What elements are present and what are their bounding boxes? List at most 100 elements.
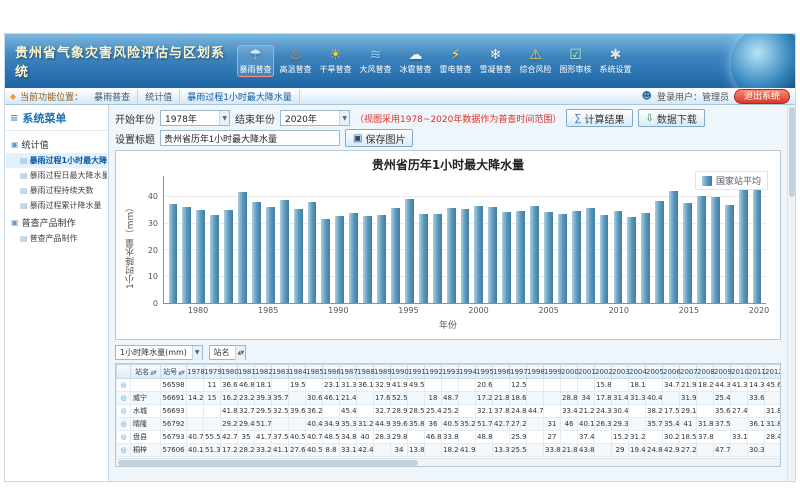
- calculate-button[interactable]: ∑ 计算结果: [566, 109, 632, 127]
- row-marker-icon[interactable]: ◎: [120, 394, 126, 402]
- year-column-header[interactable]: 1982: [255, 365, 272, 379]
- row-marker-icon[interactable]: ◎: [120, 433, 126, 441]
- x-axis-label: 年份: [124, 320, 772, 333]
- tree-leaf[interactable]: ▤普查产品制作: [6, 231, 107, 246]
- year-column-header[interactable]: 1998: [527, 365, 544, 379]
- year-column-header[interactable]: 2000: [561, 365, 578, 379]
- year-column-header[interactable]: 2012: [765, 365, 782, 379]
- year-column-header[interactable]: 1995: [476, 365, 493, 379]
- value-cell: 37.8: [493, 405, 510, 418]
- tree-leaf[interactable]: ▤暴雨过程持续天数: [6, 183, 107, 198]
- year-column-header[interactable]: 1983: [272, 365, 289, 379]
- horizontal-scrollbar-thumb[interactable]: [118, 460, 418, 466]
- value-cell: 34: [578, 392, 595, 405]
- logout-button[interactable]: 退出系统: [734, 89, 790, 104]
- nav-item-high-temp-survey[interactable]: ♨高温普查: [277, 45, 314, 77]
- chart-panel: 贵州省历年1小时最大降水量 国家站平均 1小时降水量（mm） 010203040…: [115, 150, 781, 340]
- value-cell: 35.4: [663, 418, 680, 431]
- value-cell: 29.5: [255, 405, 272, 418]
- year-column-header[interactable]: 1980: [221, 365, 238, 379]
- nav-item-comprehensive-risk[interactable]: ⚠综合风险: [517, 45, 554, 77]
- year-column-header[interactable]: 1981: [238, 365, 255, 379]
- value-cell: [272, 379, 289, 392]
- year-column-header[interactable]: 1986: [323, 365, 340, 379]
- year-column-header[interactable]: 2008: [697, 365, 714, 379]
- year-column-header[interactable]: 1989: [374, 365, 391, 379]
- tree-leaf[interactable]: ▤暴雨过程累计降水量: [6, 198, 107, 213]
- chart-bar: [641, 213, 650, 303]
- year-column-header[interactable]: 2006: [663, 365, 680, 379]
- year-column-header[interactable]: 1979: [204, 365, 221, 379]
- vertical-scrollbar-thumb[interactable]: [789, 107, 795, 197]
- breadcrumb-item[interactable]: 暴雨过程1小时最大降水量: [180, 90, 300, 103]
- horizontal-scrollbar[interactable]: [116, 458, 780, 466]
- value-cell: 51.7: [255, 418, 272, 431]
- year-column-header[interactable]: 2007: [680, 365, 697, 379]
- year-column-header[interactable]: 2009: [714, 365, 731, 379]
- end-year-select[interactable]: 2020年 ▼: [280, 110, 350, 126]
- tree-node[interactable]: ▣统计值: [6, 135, 107, 153]
- value-cell: 37.4: [578, 431, 595, 444]
- year-column-header[interactable]: 2005: [646, 365, 663, 379]
- year-column-header[interactable]: 1978: [187, 365, 204, 379]
- download-button-label: 数据下载: [657, 111, 697, 126]
- value-cell: [544, 379, 561, 392]
- year-column-header[interactable]: 1993: [442, 365, 459, 379]
- year-column-header[interactable]: 2004: [629, 365, 646, 379]
- tree-node[interactable]: ▣普查产品制作: [6, 213, 107, 231]
- value-type-select[interactable]: 1小时降水量(mm) ▼: [115, 345, 203, 360]
- start-year-select[interactable]: 1978年 ▼: [160, 110, 230, 126]
- year-column-header[interactable]: 1985: [306, 365, 323, 379]
- year-column-header[interactable]: 2011: [748, 365, 765, 379]
- y-axis-label: 1小时降水量（mm）: [124, 172, 137, 320]
- nav-item-drought-survey[interactable]: ☀干旱普查: [317, 45, 354, 77]
- breadcrumb-item[interactable]: 暴雨普查: [87, 90, 138, 103]
- save-image-button[interactable]: ▣ 保存图片: [345, 129, 413, 147]
- year-column-header[interactable]: 1987: [340, 365, 357, 379]
- row-marker-icon[interactable]: ◎: [120, 407, 126, 415]
- download-button[interactable]: ⇩ 数据下载: [638, 109, 705, 127]
- year-column-header[interactable]: 2001: [578, 365, 595, 379]
- nav-item-system-settings[interactable]: ✱系统设置: [597, 45, 634, 77]
- year-column-header[interactable]: 2002: [595, 365, 612, 379]
- value-cell: 18.5: [680, 431, 697, 444]
- value-cell: [527, 418, 544, 431]
- row-marker-icon[interactable]: ◎: [120, 420, 126, 428]
- chart-bar: [308, 202, 317, 303]
- rainstorm-survey-icon: ☂: [249, 48, 262, 63]
- tree-leaf[interactable]: ▤暴雨过程1小时最大降水量: [6, 153, 107, 168]
- row-marker-icon[interactable]: ◎: [120, 381, 126, 389]
- year-column-header[interactable]: 1990: [391, 365, 408, 379]
- year-column-header[interactable]: 1988: [357, 365, 374, 379]
- station-name-header[interactable]: 站名▲▼: [131, 365, 161, 379]
- year-column-header[interactable]: 1984: [289, 365, 306, 379]
- menu-icon: ≡: [10, 113, 18, 124]
- nav-item-lightning-survey[interactable]: ⚡雷电普查: [437, 45, 474, 77]
- chart-title-input[interactable]: [160, 130, 340, 146]
- year-column-header[interactable]: 1992: [425, 365, 442, 379]
- tree-leaf[interactable]: ▤暴雨过程日最大降水量: [6, 168, 107, 183]
- station-id-header[interactable]: 站号▲▼: [161, 365, 187, 379]
- year-column-header[interactable]: 1994: [459, 365, 476, 379]
- nav-item-rainstorm-survey[interactable]: ☂暴雨普查: [237, 45, 274, 77]
- station-sort-select[interactable]: 站名 ▲▼: [209, 345, 247, 360]
- nav-item-hail-survey[interactable]: ☁冰雹普查: [397, 45, 434, 77]
- nav-item-gale-survey[interactable]: ≋大风普查: [357, 45, 394, 77]
- row-marker-icon[interactable]: ◎: [120, 446, 126, 454]
- chart-bar: [488, 207, 497, 303]
- value-type-value: 1小时降水量(mm): [120, 347, 187, 358]
- nav-item-snow-freeze-survey[interactable]: ❄雪凝普查: [477, 45, 514, 77]
- nav-item-graphic-review[interactable]: ☑图形审核: [557, 45, 594, 77]
- chart-bar: [558, 214, 567, 303]
- year-column-header[interactable]: 2003: [612, 365, 629, 379]
- table-row: ◎桐梓5760640.151.317.228.233.241.127.640.5…: [117, 444, 782, 457]
- year-column-header[interactable]: 2010: [731, 365, 748, 379]
- breadcrumb-item[interactable]: 统计值: [138, 90, 180, 103]
- value-cell: [204, 405, 221, 418]
- value-cell: [272, 418, 289, 431]
- vertical-scrollbar[interactable]: [787, 105, 795, 481]
- year-column-header[interactable]: 1999: [544, 365, 561, 379]
- year-column-header[interactable]: 1996: [493, 365, 510, 379]
- year-column-header[interactable]: 1997: [510, 365, 527, 379]
- year-column-header[interactable]: 1991: [408, 365, 425, 379]
